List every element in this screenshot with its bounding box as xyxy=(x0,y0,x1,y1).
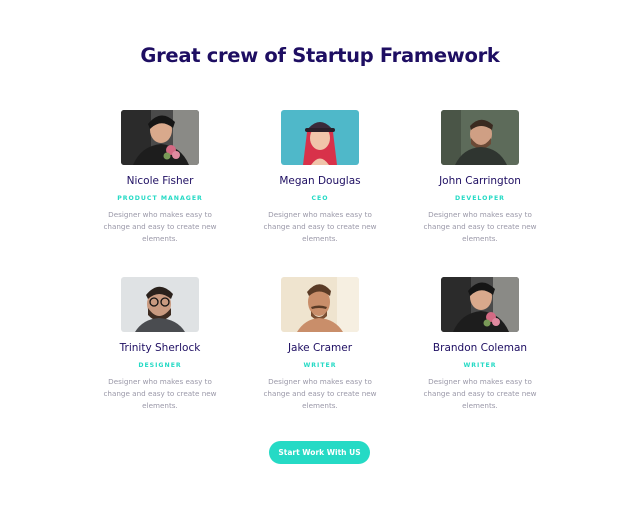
member-name: Nicole Fisher xyxy=(126,175,194,187)
team-grid: Nicole Fisher PRODUCT MANAGER Designer w… xyxy=(80,110,560,422)
member-description: Designer who makes easy to change and ea… xyxy=(423,210,537,243)
member-description: Designer who makes easy to change and ea… xyxy=(103,210,217,243)
start-work-button[interactable]: Start Work With US xyxy=(269,441,370,464)
member-description: Designer who makes easy to change and ea… xyxy=(423,377,537,410)
portrait-man-beard-icon xyxy=(441,110,519,165)
member-name: Brandon Coleman xyxy=(432,342,528,354)
portrait-man-with-flowers-icon xyxy=(441,277,519,332)
member-description: Designer who makes easy to change and ea… xyxy=(263,210,377,243)
member-role: PRODUCT MANAGER xyxy=(117,195,203,202)
member-name: Jake Cramer xyxy=(287,342,353,354)
team-card: Megan Douglas CEO Designer who makes eas… xyxy=(240,110,400,255)
portrait-man-mustache-icon xyxy=(281,277,359,332)
team-card: Brandon Coleman WRITER Designer who make… xyxy=(400,277,560,422)
team-card: Trinity Sherlock DESIGNER Designer who m… xyxy=(80,277,240,422)
section-title: Great crew of Startup Framework xyxy=(140,44,500,67)
member-name: Megan Douglas xyxy=(279,175,361,187)
team-card: John Carrington DEVELOPER Designer who m… xyxy=(400,110,560,255)
team-card: Jake Cramer WRITER Designer who makes ea… xyxy=(240,277,400,422)
team-card: Nicole Fisher PRODUCT MANAGER Designer w… xyxy=(80,110,240,255)
portrait-woman-red-hair-cap-icon xyxy=(281,110,359,165)
team-section: Great crew of Startup Framework Nicole F… xyxy=(0,0,640,509)
member-role: CEO xyxy=(311,195,329,202)
member-role: DESIGNER xyxy=(138,362,182,369)
member-name: Trinity Sherlock xyxy=(119,342,201,354)
member-role: DEVELOPER xyxy=(455,195,505,202)
member-description: Designer who makes easy to change and ea… xyxy=(103,377,217,410)
member-role: WRITER xyxy=(463,362,497,369)
portrait-man-with-flowers-icon xyxy=(121,110,199,165)
member-description: Designer who makes easy to change and ea… xyxy=(263,377,377,410)
portrait-man-glasses-icon xyxy=(121,277,199,332)
member-role: WRITER xyxy=(303,362,337,369)
member-name: John Carrington xyxy=(439,175,521,187)
